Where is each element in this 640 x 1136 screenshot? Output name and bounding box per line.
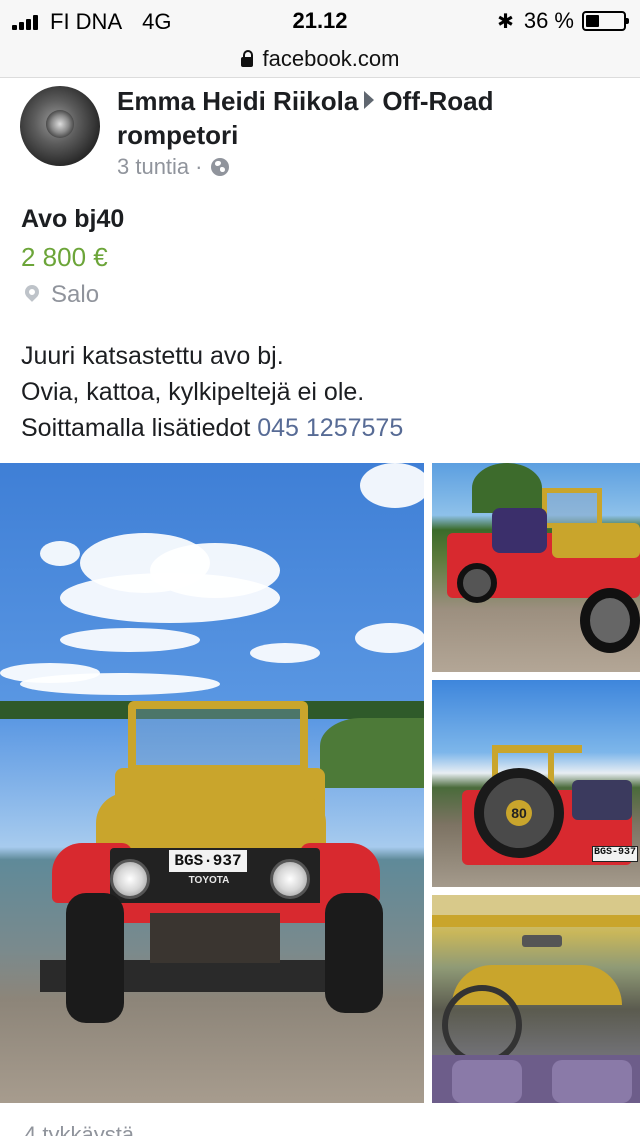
location-pin-icon <box>22 282 42 302</box>
location-text: Salo <box>51 281 100 308</box>
description-text: Soittamalla lisätiedot <box>21 414 251 442</box>
post-timestamp[interactable]: 3 tuntia <box>117 154 189 180</box>
status-bar: FI DNA 4G 21.12 ✱ 36 % <box>0 0 640 40</box>
listing-photo-thumb[interactable] <box>432 463 640 672</box>
globe-icon <box>210 158 229 176</box>
listing-title: Avo bj40 <box>21 205 125 233</box>
spare-wheel-badge: 80 <box>506 800 532 826</box>
battery-percent: 36 % <box>523 8 574 33</box>
brand-badge: TOYOTA <box>188 875 230 886</box>
meta-separator: · <box>195 154 203 179</box>
post-header-title: Emma Heidi Riikola Off-Road rompetori <box>117 84 617 152</box>
listing-price: 2 800 € <box>21 242 108 272</box>
url-text[interactable]: facebook.com <box>263 46 400 72</box>
bluetooth-icon: ✱ <box>497 10 514 33</box>
listing-photo-main[interactable]: BGS·937 TOYOTA <box>0 463 424 1103</box>
listing-location: Salo <box>21 281 99 309</box>
listing-photo-thumb[interactable]: 80 BGS-937 <box>432 680 640 887</box>
post-meta: 3 tuntia · <box>117 154 229 180</box>
license-plate: BGS-937 <box>592 846 638 862</box>
avatar[interactable] <box>20 86 100 166</box>
reactions-count[interactable]: 4 tykkäystä <box>24 1122 134 1136</box>
description-line: Ovia, kattoa, kylkipeltejä ei ole. <box>21 378 365 406</box>
license-plate: BGS·937 <box>167 848 249 874</box>
listing-photo-thumb[interactable] <box>432 895 640 1103</box>
description-line: Soittamalla lisätiedot 045 1257575 <box>21 410 403 446</box>
phone-number-link[interactable]: 045 1257575 <box>257 414 403 442</box>
caret-right-icon <box>364 91 375 109</box>
battery-icon <box>582 11 629 31</box>
lock-icon <box>240 49 253 67</box>
status-right: ✱ 36 % <box>497 8 629 34</box>
listing-description: Juuri katsastettu avo bj. Ovia, kattoa, … <box>21 338 403 446</box>
address-bar[interactable]: facebook.com <box>0 40 640 78</box>
author-name-link[interactable]: Emma Heidi Riikola <box>117 86 358 116</box>
description-line: Juuri katsastettu avo bj. <box>21 342 284 370</box>
